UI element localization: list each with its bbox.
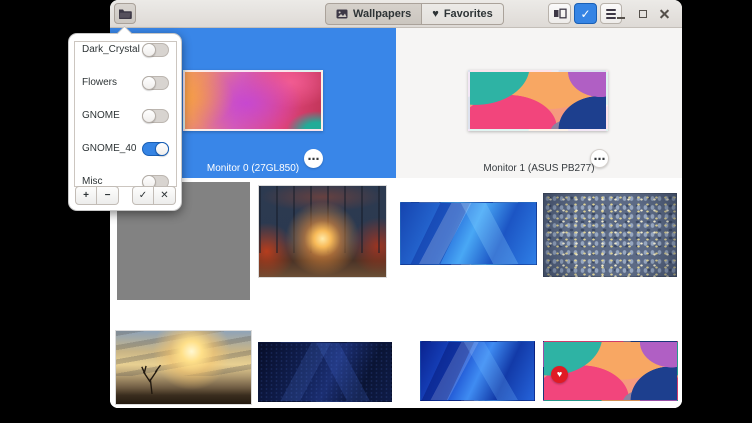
- wallpaper-thumb-autumn-forest[interactable]: [258, 185, 387, 278]
- toggle-knob: [142, 76, 156, 90]
- confirm-button[interactable]: ✓: [132, 186, 154, 205]
- tab-wallpapers-label: Wallpapers: [353, 8, 411, 20]
- monitor-1-wallpaper-preview: [468, 70, 608, 131]
- cross-icon: ✕: [160, 190, 168, 201]
- wallpaper-thumb-deep-blue-geometric[interactable]: [420, 341, 535, 401]
- tab-favorites[interactable]: ♥ Favorites: [422, 3, 503, 25]
- popover-footer: + − ✓ ✕: [75, 186, 176, 205]
- monitors-row: ⋯ Monitor 0 (27GL850) ⋯ Monitor 1 (ASUS …: [110, 28, 682, 178]
- folder-row-gnome-40: GNOME_40: [75, 132, 176, 165]
- add-folder-button[interactable]: +: [75, 186, 97, 205]
- folder-toggle[interactable]: [142, 43, 169, 57]
- folder-open-icon: [118, 8, 132, 20]
- folder-name: Dark_Crystal: [82, 44, 140, 55]
- desktop-background: { "accent_color": "#3584e4", "header": {…: [0, 0, 752, 423]
- window-controls: [614, 0, 671, 28]
- heart-icon: ♥: [432, 9, 439, 20]
- remove-folder-button[interactable]: −: [97, 186, 119, 205]
- folder-name: Flowers: [82, 77, 117, 88]
- monitor-layout-button[interactable]: [548, 3, 571, 24]
- monitor-0-wallpaper-preview: [183, 70, 323, 131]
- maximize-icon: [639, 10, 647, 18]
- plus-icon: +: [83, 190, 89, 201]
- toggle-knob: [155, 142, 169, 156]
- folder-toggle[interactable]: [142, 109, 169, 123]
- folder-row-flowers: Flowers: [75, 66, 176, 99]
- check-icon: ✓: [580, 7, 590, 21]
- folder-row-misc: Misc: [75, 165, 176, 187]
- folder-name: GNOME: [82, 110, 120, 121]
- wallpaper-thumb-aerial-winter-forest[interactable]: [543, 193, 677, 277]
- tab-favorites-label: Favorites: [444, 8, 493, 20]
- monitor-1-label: Monitor 1 (ASUS PB277): [396, 163, 682, 174]
- header-bar: Wallpapers ♥ Favorites ✓: [110, 0, 682, 28]
- apply-wallpapers-button[interactable]: ✓: [574, 3, 597, 24]
- cancel-button[interactable]: ✕: [154, 186, 176, 205]
- wallpaper-thumb-dark-navy-geometric[interactable]: [258, 342, 392, 402]
- minimize-button[interactable]: [614, 8, 627, 21]
- folder-row-dark-crystal: Dark_Crystal: [75, 41, 176, 66]
- folder-row-gnome: GNOME: [75, 99, 176, 132]
- tree-silhouette: [135, 360, 169, 394]
- wallpaper-gallery: ♥: [110, 178, 682, 408]
- minus-icon: −: [105, 190, 111, 201]
- close-icon: [660, 9, 669, 18]
- view-switcher: Wallpapers ♥ Favorites: [325, 3, 504, 25]
- image-icon: [336, 9, 348, 19]
- heart-icon: ♥: [557, 370, 562, 379]
- folders-popover: Dark_Crystal Flowers GNOME GNOME_40 Misc…: [68, 33, 182, 211]
- folder-sources-button[interactable]: [114, 3, 136, 24]
- folder-name: GNOME_40: [82, 143, 136, 154]
- app-window: Wallpapers ♥ Favorites ✓: [110, 0, 682, 408]
- wallpaper-thumb-blue-geometric-light[interactable]: [400, 202, 537, 265]
- check-icon: ✓: [139, 190, 147, 201]
- toggle-knob: [142, 43, 156, 57]
- tab-wallpapers[interactable]: Wallpapers: [325, 3, 422, 25]
- confirm-cancel-group: ✓ ✕: [132, 186, 176, 205]
- wallpaper-thumb-golden-sunset[interactable]: [115, 330, 252, 405]
- dual-monitor-icon: [553, 8, 567, 19]
- minimize-icon: [617, 17, 625, 19]
- add-remove-group: + −: [75, 186, 119, 205]
- maximize-button[interactable]: [636, 8, 649, 21]
- folder-toggle[interactable]: [142, 76, 169, 90]
- monitor-1-panel[interactable]: ⋯ Monitor 1 (ASUS PB277): [396, 28, 682, 178]
- close-button[interactable]: [658, 8, 671, 21]
- folder-toggle[interactable]: [142, 142, 169, 156]
- folder-list: Dark_Crystal Flowers GNOME GNOME_40 Misc: [74, 41, 177, 187]
- wallpaper-thumb-gnome40-abstract[interactable]: ♥: [543, 341, 678, 401]
- toggle-knob: [142, 109, 156, 123]
- favorite-heart-badge: ♥: [551, 366, 568, 383]
